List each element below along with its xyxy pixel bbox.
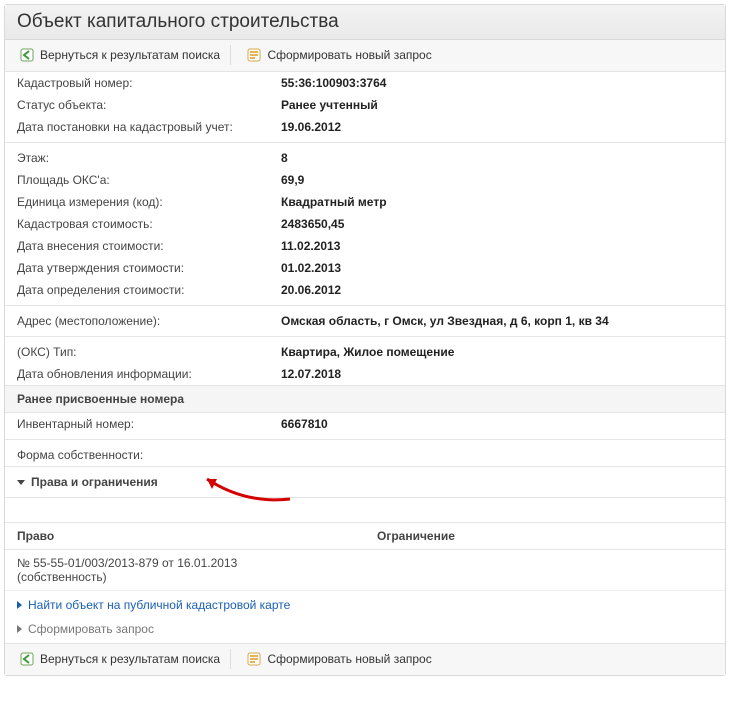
fields-block4: (ОКС) Тип:Квартира, Жилое помещение Дата… <box>5 341 725 385</box>
divider <box>5 336 725 337</box>
field-value: Ранее учтенный <box>269 94 725 116</box>
new-request-button[interactable]: Сформировать новый запрос <box>240 649 441 669</box>
right-entry-type: (собственность) <box>17 570 713 584</box>
accordion-rights-label: Права и ограничения <box>31 475 158 489</box>
chevron-right-icon <box>17 625 22 633</box>
field-label: Дата определения стоимости: <box>5 279 269 301</box>
fields-block3: Адрес (местоположение):Омская область, г… <box>5 310 725 332</box>
field-row: Форма собственности: <box>5 444 725 466</box>
back-to-results-button[interactable]: Вернуться к результатам поиска <box>13 45 231 65</box>
field-value: 55:36:100903:3764 <box>269 72 725 94</box>
field-value: 69,9 <box>269 169 725 191</box>
back-arrow-icon <box>19 651 35 667</box>
new-request-icon <box>246 47 262 63</box>
fields-ownership: Форма собственности: <box>5 444 725 466</box>
field-label: Кадастровая стоимость: <box>5 213 269 235</box>
back-label: Вернуться к результатам поиска <box>40 652 220 666</box>
divider <box>5 439 725 440</box>
field-row: Кадастровый номер:55:36:100903:3764 <box>5 72 725 94</box>
field-row: Дата определения стоимости:20.06.2012 <box>5 279 725 301</box>
field-row: Инвентарный номер:6667810 <box>5 413 725 435</box>
back-label: Вернуться к результатам поиска <box>40 48 220 62</box>
fields-prev-numbers: Инвентарный номер:6667810 <box>5 413 725 435</box>
section-previous-numbers: Ранее присвоенные номера <box>5 385 725 413</box>
title-bar: Объект капитального строительства <box>5 5 725 40</box>
new-request-icon <box>246 651 262 667</box>
field-label: Дата утверждения стоимости: <box>5 257 269 279</box>
field-row: Статус объекта:Ранее учтенный <box>5 94 725 116</box>
field-label: Дата внесения стоимости: <box>5 235 269 257</box>
page-title: Объект капитального строительства <box>17 11 713 33</box>
field-label: Статус объекта: <box>5 94 269 116</box>
fields-block2: Этаж:8 Площадь ОКС'а:69,9 Единица измере… <box>5 147 725 301</box>
field-value: 12.07.2018 <box>269 363 725 385</box>
field-label: Дата обновления информации: <box>5 363 269 385</box>
right-entry: № 55-55-01/003/2013-879 от 16.01.2013 (с… <box>5 550 725 591</box>
field-label: Инвентарный номер: <box>5 413 269 435</box>
new-request-label: Сформировать новый запрос <box>267 48 431 62</box>
field-label: Форма собственности: <box>5 444 269 466</box>
divider <box>5 142 725 143</box>
field-row: Кадастровая стоимость:2483650,45 <box>5 213 725 235</box>
field-row: Дата утверждения стоимости:01.02.2013 <box>5 257 725 279</box>
field-value: 6667810 <box>269 413 725 435</box>
col-right: Право <box>5 523 365 550</box>
spacer <box>5 497 725 522</box>
right-entry-number: № 55-55-01/003/2013-879 от 16.01.2013 <box>17 556 713 570</box>
field-label: Дата постановки на кадастровый учет: <box>5 116 269 138</box>
fields-main: Кадастровый номер:55:36:100903:3764 Стат… <box>5 72 725 138</box>
back-to-results-button[interactable]: Вернуться к результатам поиска <box>13 649 231 669</box>
object-card: Объект капитального строительства Вернут… <box>4 4 726 676</box>
field-value: Квартира, Жилое помещение <box>269 341 725 363</box>
field-label: Единица измерения (код): <box>5 191 269 213</box>
chevron-right-icon <box>17 601 22 609</box>
rights-header-row: Право Ограничение <box>5 523 725 550</box>
field-label: (ОКС) Тип: <box>5 341 269 363</box>
new-request-label: Сформировать новый запрос <box>267 652 431 666</box>
rights-table: Право Ограничение № 55-55-01/003/2013-87… <box>5 522 725 591</box>
field-value: 20.06.2012 <box>269 279 725 301</box>
field-label: Адрес (местоположение): <box>5 310 269 332</box>
field-row: Дата обновления информации:12.07.2018 <box>5 363 725 385</box>
links: Найти объект на публичной кадастровой ка… <box>5 591 725 643</box>
toolbar-bottom: Вернуться к результатам поиска Сформиров… <box>5 643 725 675</box>
find-on-map-link[interactable]: Найти объект на публичной кадастровой ка… <box>5 593 725 617</box>
field-label: Кадастровый номер: <box>5 72 269 94</box>
field-value: 01.02.2013 <box>269 257 725 279</box>
field-value: 8 <box>269 147 725 169</box>
accordion-rights[interactable]: Права и ограничения <box>5 466 725 497</box>
chevron-down-icon <box>17 480 25 485</box>
field-value: 19.06.2012 <box>269 116 725 138</box>
field-label: Этаж: <box>5 147 269 169</box>
field-value: Квадратный метр <box>269 191 725 213</box>
col-restriction: Ограничение <box>365 523 725 550</box>
field-row: Площадь ОКС'а:69,9 <box>5 169 725 191</box>
field-row: Дата постановки на кадастровый учет:19.0… <box>5 116 725 138</box>
make-request-label: Сформировать запрос <box>28 622 154 636</box>
make-request-link[interactable]: Сформировать запрос <box>5 617 725 641</box>
field-row: Дата внесения стоимости:11.02.2013 <box>5 235 725 257</box>
back-arrow-icon <box>19 47 35 63</box>
divider <box>5 305 725 306</box>
find-on-map-label: Найти объект на публичной кадастровой ка… <box>28 598 290 612</box>
field-row: Единица измерения (код):Квадратный метр <box>5 191 725 213</box>
field-label: Площадь ОКС'а: <box>5 169 269 191</box>
field-value: Омская область, г Омск, ул Звездная, д 6… <box>269 310 725 332</box>
new-request-button[interactable]: Сформировать новый запрос <box>240 45 441 65</box>
field-row: Адрес (местоположение):Омская область, г… <box>5 310 725 332</box>
toolbar-top: Вернуться к результатам поиска Сформиров… <box>5 40 725 72</box>
field-row: (ОКС) Тип:Квартира, Жилое помещение <box>5 341 725 363</box>
field-value <box>269 444 725 466</box>
field-value: 11.02.2013 <box>269 235 725 257</box>
field-value: 2483650,45 <box>269 213 725 235</box>
field-row: Этаж:8 <box>5 147 725 169</box>
